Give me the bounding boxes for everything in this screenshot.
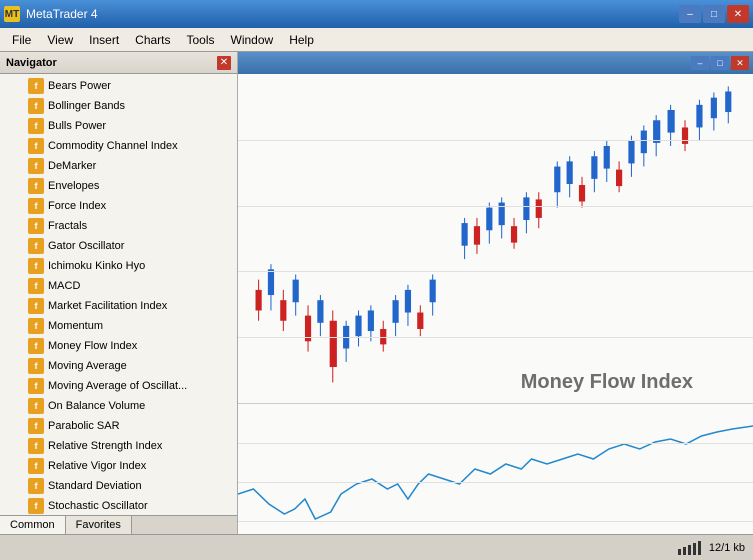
- candlestick-chart: [238, 74, 753, 403]
- list-item[interactable]: f Money Flow Index: [0, 336, 237, 356]
- mfi-chart: [238, 404, 753, 534]
- tab-favorites[interactable]: Favorites: [66, 516, 132, 534]
- navigator-header: Navigator ✕: [0, 52, 237, 74]
- grid-line: [238, 140, 753, 141]
- bar-block-1: [678, 549, 681, 555]
- tab-common[interactable]: Common: [0, 516, 66, 534]
- list-item[interactable]: f Market Facilitation Index: [0, 296, 237, 316]
- list-item[interactable]: f Relative Strength Index: [0, 436, 237, 456]
- list-item[interactable]: f Ichimoku Kinko Hyo: [0, 256, 237, 276]
- indicator-icon: f: [28, 258, 44, 274]
- list-item[interactable]: f Moving Average: [0, 356, 237, 376]
- menu-file[interactable]: File: [4, 31, 39, 49]
- chart-maximize-button[interactable]: □: [711, 56, 729, 70]
- list-item[interactable]: f Gator Oscillator: [0, 236, 237, 256]
- indicator-icon: f: [28, 178, 44, 194]
- indicator-icon: f: [28, 338, 44, 354]
- indicator-icon: f: [28, 78, 44, 94]
- indicator-icon: f: [28, 498, 44, 514]
- list-item[interactable]: f Relative Vigor Index: [0, 456, 237, 476]
- list-item[interactable]: f Parabolic SAR: [0, 416, 237, 436]
- menu-bar: File View Insert Charts Tools Window Hel…: [0, 28, 753, 52]
- indicator-icon: f: [28, 398, 44, 414]
- indicator-icon: f: [28, 118, 44, 134]
- list-item[interactable]: f Standard Deviation: [0, 476, 237, 496]
- bar-block-5: [698, 541, 701, 555]
- indicator-icon: f: [28, 478, 44, 494]
- bar-block-3: [688, 545, 691, 555]
- status-size: 12/1 kb: [709, 542, 745, 554]
- chart-canvas: Money Flow Index: [238, 74, 753, 534]
- status-bar: 12/1 kb: [0, 534, 753, 560]
- grid-line: [238, 271, 753, 272]
- list-item[interactable]: f Bollinger Bands: [0, 96, 237, 116]
- app-icon: MT: [4, 6, 20, 22]
- title-bar-left: MT MetaTrader 4: [4, 6, 98, 22]
- navigator-panel: Navigator ✕ f Bears Power f Bollinger Ba…: [0, 52, 238, 534]
- nav-list-inner: f Bears Power f Bollinger Bands f Bulls …: [0, 74, 237, 515]
- chart-window-bar: – □ ✕: [238, 52, 753, 74]
- menu-window[interactable]: Window: [223, 31, 282, 49]
- chart-main: [238, 74, 753, 404]
- list-item[interactable]: f On Balance Volume: [0, 396, 237, 416]
- maximize-button[interactable]: □: [703, 5, 725, 23]
- list-item[interactable]: f Bulls Power: [0, 116, 237, 136]
- menu-charts[interactable]: Charts: [127, 31, 178, 49]
- list-item[interactable]: f DeMarker: [0, 156, 237, 176]
- indicator-icon: f: [28, 358, 44, 374]
- indicator-icon: f: [28, 278, 44, 294]
- navigator-title: Navigator: [6, 57, 57, 69]
- list-item[interactable]: f Force Index: [0, 196, 237, 216]
- chart-label: Money Flow Index: [521, 371, 693, 394]
- list-item[interactable]: f Envelopes: [0, 176, 237, 196]
- grid-line: [238, 443, 753, 444]
- indicator-icon: f: [28, 98, 44, 114]
- chart-area: – □ ✕: [238, 52, 753, 534]
- signal-bars: [678, 541, 701, 555]
- list-item[interactable]: f Momentum: [0, 316, 237, 336]
- status-right: 12/1 kb: [678, 541, 745, 555]
- indicator-chart: [238, 404, 753, 534]
- indicator-icon: f: [28, 198, 44, 214]
- menu-view[interactable]: View: [39, 31, 81, 49]
- app-title: MetaTrader 4: [26, 7, 98, 21]
- navigator-tabs: Common Favorites: [0, 515, 237, 534]
- minimize-button[interactable]: –: [679, 5, 701, 23]
- list-item[interactable]: f Moving Average of Oscillat...: [0, 376, 237, 396]
- list-item[interactable]: f MACD: [0, 276, 237, 296]
- navigator-list[interactable]: f Bears Power f Bollinger Bands f Bulls …: [0, 74, 237, 515]
- bar-block-2: [683, 547, 686, 555]
- menu-insert[interactable]: Insert: [81, 31, 127, 49]
- indicator-icon: f: [28, 158, 44, 174]
- title-bar-buttons: – □ ✕: [679, 5, 749, 23]
- grid-line: [238, 521, 753, 522]
- indicator-icon: f: [28, 318, 44, 334]
- title-bar: MT MetaTrader 4 – □ ✕: [0, 0, 753, 28]
- list-item[interactable]: f Bears Power: [0, 76, 237, 96]
- navigator-close-button[interactable]: ✕: [217, 56, 231, 70]
- indicator-icon: f: [28, 418, 44, 434]
- indicator-icon: f: [28, 458, 44, 474]
- indicator-icon: f: [28, 138, 44, 154]
- indicator-icon: f: [28, 438, 44, 454]
- indicator-icon: f: [28, 218, 44, 234]
- grid-line: [238, 482, 753, 483]
- list-item[interactable]: f Fractals: [0, 216, 237, 236]
- bar-block-4: [693, 543, 696, 555]
- chart-close-button[interactable]: ✕: [731, 56, 749, 70]
- close-button[interactable]: ✕: [727, 5, 749, 23]
- grid-line: [238, 337, 753, 338]
- menu-help[interactable]: Help: [281, 31, 322, 49]
- indicator-icon: f: [28, 378, 44, 394]
- chart-minimize-button[interactable]: –: [691, 56, 709, 70]
- indicator-icon: f: [28, 238, 44, 254]
- list-item[interactable]: f Commodity Channel Index: [0, 136, 237, 156]
- menu-tools[interactable]: Tools: [179, 31, 223, 49]
- indicator-icon: f: [28, 298, 44, 314]
- list-item[interactable]: f Stochastic Oscillator: [0, 496, 237, 515]
- grid-line: [238, 206, 753, 207]
- main-area: Navigator ✕ f Bears Power f Bollinger Ba…: [0, 52, 753, 534]
